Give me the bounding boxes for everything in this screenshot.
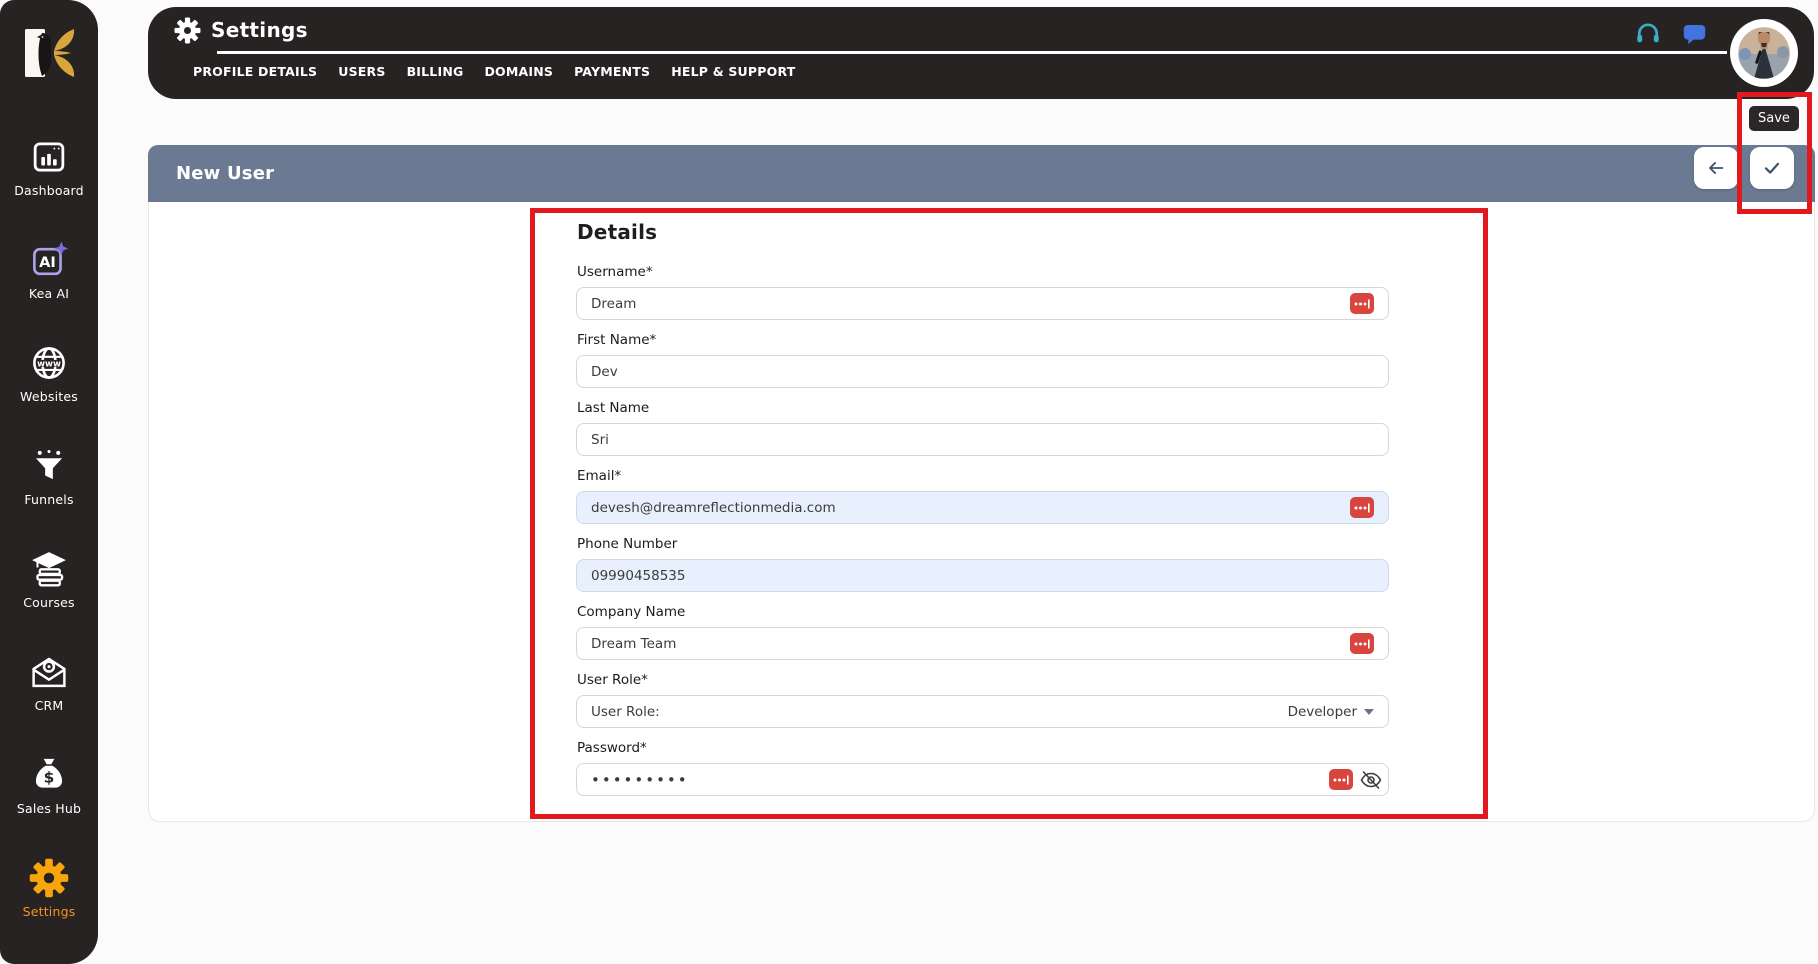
settings-tabs: PROFILE DETAILS USERS BILLING DOMAINS PA… [193,64,795,79]
check-icon [1764,162,1780,174]
sidebar-item-label: Dashboard [14,183,84,198]
sidebar-item-label: CRM [34,698,64,713]
first-name-label: First Name* [577,332,657,348]
chat-bubble-icon[interactable] [1681,21,1708,48]
kea-logo[interactable] [21,26,77,80]
autofill-dots-icon[interactable] [1350,293,1374,314]
page-title: Settings [211,18,308,42]
courses-icon [32,552,66,587]
new-user-title: New User [176,163,275,184]
sidebar: Dashboard AI Kea AI www Websites Funnels… [0,0,98,964]
autofill-dots-icon[interactable] [1350,497,1374,518]
svg-text:$: $ [44,769,55,787]
tab-profile-details[interactable]: PROFILE DETAILS [193,64,317,79]
caret-down-icon [1364,708,1374,715]
kea-ai-icon: AI [33,241,69,276]
tab-billing[interactable]: BILLING [407,64,464,79]
user-role-label: User Role* [577,672,648,688]
company-value: Dream Team [591,635,677,652]
username-label: Username* [577,264,653,280]
username-value: Dream [591,295,637,312]
last-name-label: Last Name [577,400,650,416]
email-input[interactable]: devesh@dreamreflectionmedia.com [576,491,1389,524]
settings-title-gear-icon [174,17,201,44]
settings-gear-icon [29,858,69,898]
user-role-prefix: User Role: [591,703,660,720]
password-label: Password* [577,740,647,756]
email-label: Email* [577,468,622,484]
password-value: ••••••••• [591,770,689,789]
tab-users[interactable]: USERS [338,64,385,79]
sidebar-item-kea-ai[interactable]: AI Kea AI [0,240,98,301]
websites-icon: www [33,347,65,379]
phone-value: 09990458535 [591,567,686,584]
save-tooltip: Save [1749,106,1799,131]
settings-header: Settings PROFILE DETAILS USERS BILLING D… [148,7,1814,99]
new-user-bar: New User [148,145,1815,202]
section-title: Details [577,220,658,244]
phone-label: Phone Number [577,536,678,552]
tab-payments[interactable]: PAYMENTS [574,64,650,79]
user-role-selected: Developer [1287,703,1357,720]
sidebar-item-label: Websites [20,389,78,404]
eye-slash-icon[interactable] [1359,768,1383,792]
dashboard-icon [33,142,65,172]
sidebar-item-settings[interactable]: Settings [0,858,98,919]
user-avatar[interactable] [1730,19,1798,87]
sidebar-item-label: Kea AI [28,286,70,301]
sidebar-item-dashboard[interactable]: Dashboard [0,137,98,198]
company-input[interactable]: Dream Team [576,627,1389,660]
first-name-value: Dev [591,363,618,380]
funnels-icon [35,450,63,480]
autofill-dots-icon[interactable] [1350,633,1374,654]
user-role-dropdown[interactable]: Developer [1288,704,1374,720]
company-label: Company Name [577,604,686,620]
sidebar-item-courses[interactable]: Courses [0,549,98,610]
sidebar-nav: Dashboard AI Kea AI www Websites Funnels… [0,137,98,919]
svg-text:www: www [37,359,61,369]
last-name-input[interactable]: Sri [576,423,1389,456]
email-value: devesh@dreamreflectionmedia.com [591,499,836,516]
headphones-icon[interactable] [1634,19,1662,47]
save-button[interactable] [1750,147,1794,189]
new-user-form: Details Username* Dream First Name* Dev … [576,220,1389,808]
tab-domains[interactable]: DOMAINS [484,64,553,79]
username-input[interactable]: Dream [576,287,1389,320]
sidebar-item-label: Funnels [24,492,74,507]
tab-help-support[interactable]: HELP & SUPPORT [671,64,795,79]
autofill-dots-icon[interactable] [1329,769,1353,790]
first-name-input[interactable]: Dev [576,355,1389,388]
sidebar-item-crm[interactable]: CRM [0,652,98,713]
back-button[interactable] [1694,147,1738,189]
avatar-photo [1735,24,1793,82]
phone-input[interactable]: 09990458535 [576,559,1389,592]
header-divider [217,51,1727,54]
sidebar-item-sales-hub[interactable]: $ Sales Hub [0,755,98,816]
crm-icon [32,657,66,688]
user-role-select[interactable]: User Role: Developer [576,695,1389,728]
last-name-value: Sri [591,431,609,448]
arrow-left-icon [1709,162,1724,174]
svg-text:AI: AI [39,254,56,271]
sidebar-item-label: Sales Hub [16,801,82,816]
sidebar-item-label: Settings [22,904,76,919]
password-input[interactable]: ••••••••• [576,763,1389,796]
sidebar-item-websites[interactable]: www Websites [0,343,98,404]
sidebar-item-label: Courses [23,595,75,610]
sidebar-item-funnels[interactable]: Funnels [0,446,98,507]
sales-hub-icon: $ [35,758,63,788]
